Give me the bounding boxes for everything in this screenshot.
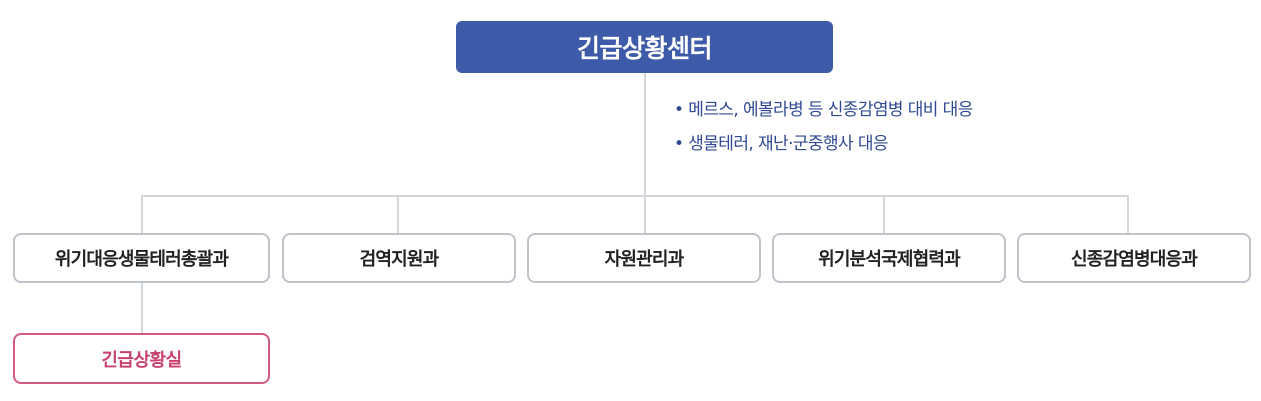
dept-label: 위기분석국제협력과 [818,249,961,270]
dept-node-resource-management: 자원관리과 [527,233,761,283]
connector-sub [141,283,143,333]
connector-dept-2 [397,195,399,233]
dept-node-quarantine-support: 검역지원과 [282,233,516,283]
sub-node-emergency-room: 긴급상황실 [13,333,270,384]
center-notes: • 메르스, 에볼라병 등 신종감염병 대비 대응 • 생물테러, 재난·군중행… [674,93,973,161]
dept-label: 신종감염병대응과 [1070,249,1198,270]
connector-top-vertical [644,73,646,196]
sub-node-label: 긴급상황실 [101,349,182,371]
note-item: • 생물테러, 재난·군중행사 대응 [674,134,889,154]
dept-node-crisis-analysis: 위기분석국제협력과 [772,233,1006,283]
dept-label: 위기대응생물테러총괄과 [54,249,229,270]
connector-dept-3 [644,195,646,233]
dept-label: 자원관리과 [604,249,685,270]
connector-dept-1 [141,195,143,233]
dept-node-crisis-response: 위기대응생물테러총괄과 [13,233,270,283]
top-node-label: 긴급상황센터 [576,34,713,63]
note-item: • 메르스, 에볼라병 등 신종감염병 대비 대응 [674,100,973,120]
dept-node-emerging-disease: 신종감염병대응과 [1017,233,1251,283]
connector-dept-4 [883,195,885,233]
top-node-emergency-center: 긴급상황센터 [456,21,833,73]
dept-label: 검역지원과 [359,249,440,270]
connector-dept-5 [1127,195,1129,233]
connector-horizontal [141,195,1128,197]
